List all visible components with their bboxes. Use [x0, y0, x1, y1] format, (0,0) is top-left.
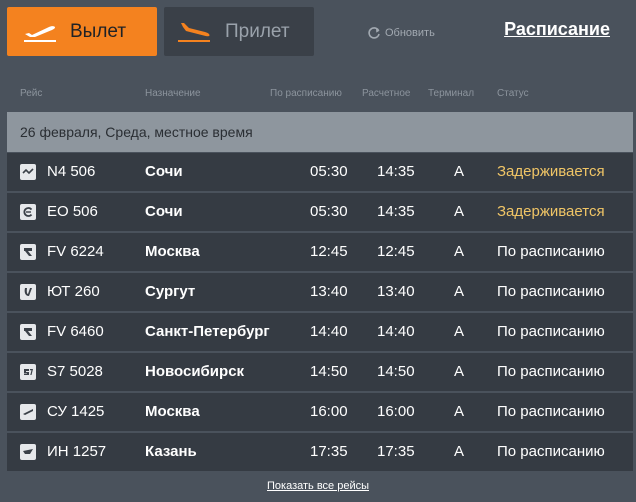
- estimated-time: 14:40: [377, 323, 415, 340]
- table-row[interactable]: ИН 1257 Казань 17:35 17:35 A По расписан…: [7, 433, 633, 471]
- table-row[interactable]: N4 506 Сочи 05:30 14:35 A Задерживается: [7, 153, 633, 191]
- destination: Новосибирск: [145, 363, 245, 380]
- flight-number: СУ 1425: [47, 403, 105, 420]
- tab-arrival-label: Прилет: [225, 20, 290, 42]
- refresh-button[interactable]: Обновить: [367, 25, 435, 41]
- tab-arrival[interactable]: Прилет: [164, 7, 314, 56]
- destination: Сочи: [145, 163, 183, 180]
- estimated-time: 14:35: [377, 163, 415, 180]
- col-flight: Рейс: [20, 88, 43, 99]
- flight-number: S7 5028: [47, 363, 103, 380]
- terminal: A: [454, 283, 465, 300]
- flight-number: ИН 1257: [47, 443, 107, 460]
- col-destination: Назначение: [145, 88, 201, 99]
- status-badge: По расписанию: [497, 403, 605, 420]
- top-bar: Вылет Прилет Обновить Расписание: [0, 0, 636, 62]
- status-badge: По расписанию: [497, 243, 605, 260]
- table-row[interactable]: ЮТ 260 Сургут 13:40 13:40 A По расписани…: [7, 273, 633, 311]
- plane-landing-icon: [177, 21, 211, 43]
- show-all-flights-link[interactable]: Показать все рейсы: [0, 480, 636, 492]
- status-badge: По расписанию: [497, 283, 605, 300]
- plane-takeoff-icon: [23, 21, 57, 43]
- terminal: A: [454, 363, 465, 380]
- column-headers: Рейс Назначение По расписанию Расчетное …: [0, 88, 636, 102]
- estimated-time: 14:35: [377, 203, 415, 220]
- schedule-link[interactable]: Расписание: [504, 19, 610, 40]
- estimated-time: 14:50: [377, 363, 415, 380]
- tab-departure[interactable]: Вылет: [7, 7, 157, 56]
- airline-logo-icon: [20, 164, 36, 180]
- airline-logo-icon: [20, 324, 36, 340]
- col-estimated: Расчетное: [362, 88, 411, 99]
- estimated-time: 12:45: [377, 243, 415, 260]
- scheduled-time: 14:40: [310, 323, 348, 340]
- terminal: A: [454, 203, 465, 220]
- airline-logo-icon: [20, 204, 36, 220]
- scheduled-time: 05:30: [310, 203, 348, 220]
- refresh-label: Обновить: [385, 27, 435, 39]
- estimated-time: 17:35: [377, 443, 415, 460]
- table-row[interactable]: EO 506 Сочи 05:30 14:35 A Задерживается: [7, 193, 633, 231]
- airline-logo-icon: [20, 284, 36, 300]
- col-scheduled: По расписанию: [270, 88, 342, 99]
- destination: Москва: [145, 403, 200, 420]
- table-row[interactable]: FV 6224 Москва 12:45 12:45 A По расписан…: [7, 233, 633, 271]
- airline-logo-icon: [20, 404, 36, 420]
- col-status: Статус: [497, 88, 529, 99]
- destination: Казань: [145, 443, 197, 460]
- date-header: 26 февраля, Среда, местное время: [7, 112, 633, 152]
- status-badge: По расписанию: [497, 323, 605, 340]
- destination: Сургут: [145, 283, 196, 300]
- status-badge: Задерживается: [497, 163, 605, 180]
- table-row[interactable]: S7 5028 Новосибирск 14:50 14:50 A По рас…: [7, 353, 633, 391]
- terminal: A: [454, 323, 465, 340]
- scheduled-time: 17:35: [310, 443, 348, 460]
- flight-number: FV 6224: [47, 243, 104, 260]
- terminal: A: [454, 443, 465, 460]
- refresh-icon: [367, 26, 381, 40]
- destination: Москва: [145, 243, 200, 260]
- destination: Сочи: [145, 203, 183, 220]
- terminal: A: [454, 403, 465, 420]
- status-badge: По расписанию: [497, 443, 605, 460]
- flight-number: N4 506: [47, 163, 96, 180]
- status-badge: По расписанию: [497, 363, 605, 380]
- col-terminal: Терминал: [428, 88, 475, 99]
- terminal: A: [454, 243, 465, 260]
- flight-number: ЮТ 260: [47, 283, 100, 300]
- flight-number: FV 6460: [47, 323, 104, 340]
- destination: Санкт-Петербург: [145, 323, 270, 340]
- tab-departure-label: Вылет: [70, 20, 127, 42]
- date-label: 26 февраля, Среда, местное время: [20, 124, 253, 140]
- airline-logo-icon: [20, 244, 36, 260]
- estimated-time: 16:00: [377, 403, 415, 420]
- terminal: A: [454, 163, 465, 180]
- estimated-time: 13:40: [377, 283, 415, 300]
- scheduled-time: 12:45: [310, 243, 348, 260]
- table-row[interactable]: FV 6460 Санкт-Петербург 14:40 14:40 A По…: [7, 313, 633, 351]
- table-row[interactable]: СУ 1425 Москва 16:00 16:00 A По расписан…: [7, 393, 633, 431]
- scheduled-time: 16:00: [310, 403, 348, 420]
- scheduled-time: 14:50: [310, 363, 348, 380]
- airline-logo-icon: [20, 364, 36, 380]
- status-badge: Задерживается: [497, 203, 605, 220]
- scheduled-time: 13:40: [310, 283, 348, 300]
- flights-table: N4 506 Сочи 05:30 14:35 A Задерживается …: [7, 153, 633, 473]
- scheduled-time: 05:30: [310, 163, 348, 180]
- airline-logo-icon: [20, 444, 36, 460]
- flight-number: EO 506: [47, 203, 98, 220]
